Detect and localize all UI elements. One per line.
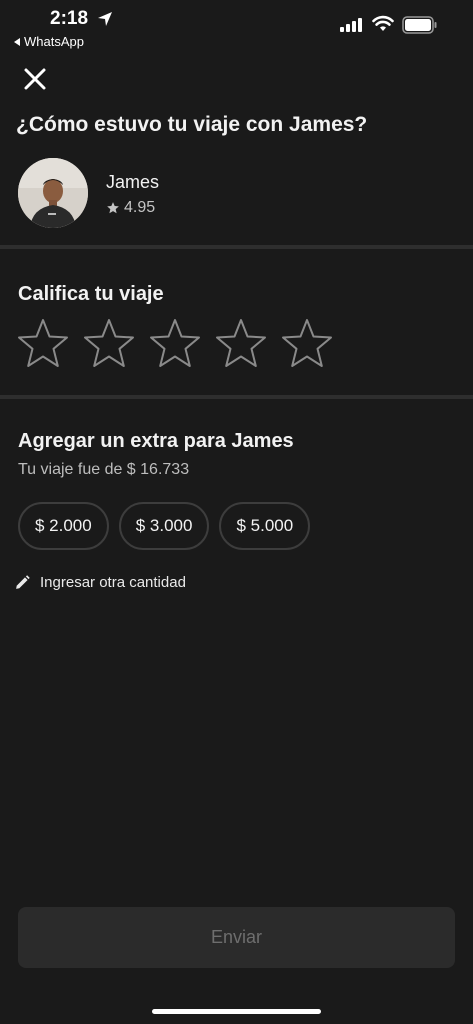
section-divider	[0, 245, 473, 249]
star-icon[interactable]	[82, 317, 136, 371]
send-button[interactable]: Enviar	[18, 907, 455, 968]
cellular-signal-icon	[340, 18, 362, 32]
pencil-icon	[16, 575, 30, 589]
tip-option-button[interactable]: $ 3.000	[118, 502, 210, 550]
trip-fare-note: Tu viaje fue de $ 16.733	[18, 461, 190, 478]
custom-amount-label: Ingresar otra cantidad	[40, 574, 186, 591]
rate-section-title: Califica tu viaje	[18, 283, 164, 305]
driver-rating-value: 4.95	[124, 199, 156, 216]
battery-icon	[402, 16, 437, 34]
tip-section-title: Agregar un extra para James	[18, 430, 294, 452]
status-bar: 2:18 WhatsApp	[0, 0, 473, 52]
back-to-app-link[interactable]: WhatsApp	[14, 34, 84, 49]
star-icon[interactable]	[148, 317, 202, 371]
home-indicator[interactable]	[152, 1009, 321, 1014]
star-rating	[16, 317, 334, 371]
tip-option-button[interactable]: $ 5.000	[219, 502, 311, 550]
back-app-label: WhatsApp	[24, 34, 84, 49]
status-time: 2:18	[50, 8, 89, 29]
star-icon[interactable]	[214, 317, 268, 371]
section-divider	[0, 395, 473, 399]
location-arrow-icon	[98, 12, 112, 26]
star-icon	[107, 202, 119, 214]
driver-avatar	[18, 158, 88, 228]
driver-rating: 4.95	[106, 199, 155, 217]
driver-name: James	[106, 172, 160, 192]
tip-option-button[interactable]: $ 2.000	[18, 502, 109, 550]
page-title: ¿Cómo estuvo tu viaje con James?	[16, 113, 368, 136]
star-icon[interactable]	[280, 317, 334, 371]
tip-options: $ 2.000 $ 3.000 $ 5.000	[18, 502, 311, 550]
back-arrow-icon	[14, 37, 20, 46]
star-icon[interactable]	[16, 317, 70, 371]
custom-amount-link[interactable]: Ingresar otra cantidad	[14, 574, 186, 591]
close-icon[interactable]	[22, 66, 48, 92]
wifi-icon	[372, 15, 394, 31]
